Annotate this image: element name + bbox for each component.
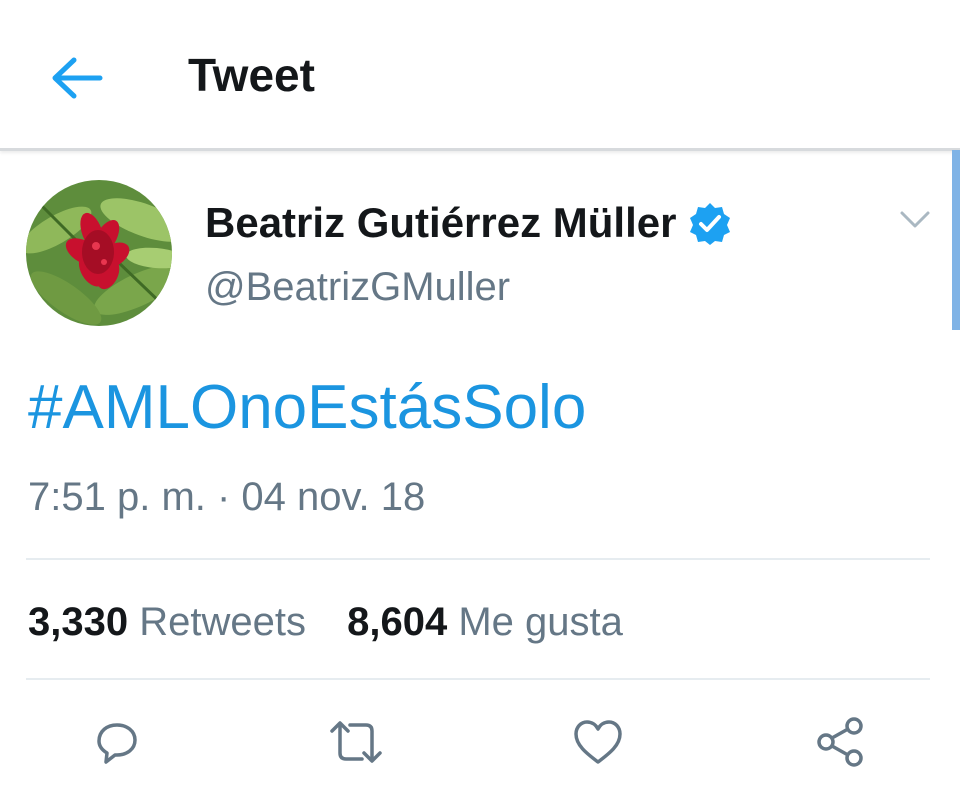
chevron-down-icon — [900, 211, 930, 228]
display-name-text: Beatriz Gutiérrez Müller — [205, 199, 677, 246]
hashtag-link[interactable]: #AMLOnoEstásSolo — [28, 370, 586, 446]
tweet-stats: 3,330 Retweets 8,604 Me gusta — [28, 596, 653, 648]
profile-photo-flower — [26, 180, 172, 326]
heart-icon — [574, 720, 622, 764]
likes-label: Me gusta — [458, 600, 623, 644]
retweet-button[interactable] — [326, 712, 386, 772]
share-button[interactable] — [810, 712, 870, 772]
retweets-count: 3,330 — [28, 600, 129, 644]
retweets-label: Retweets — [139, 600, 306, 644]
divider — [26, 678, 930, 680]
author-handle[interactable]: @BeatrizGMuller — [205, 262, 510, 312]
tweet-options-button[interactable] — [896, 204, 934, 234]
like-button[interactable] — [568, 712, 628, 772]
avatar[interactable] — [26, 180, 172, 326]
reply-button[interactable] — [86, 712, 146, 772]
retweet-icon — [330, 721, 382, 763]
back-button[interactable] — [44, 48, 108, 108]
reply-icon — [97, 723, 137, 764]
app-header: Tweet — [0, 0, 960, 151]
likes-stat[interactable]: 8,604 Me gusta — [347, 596, 623, 648]
likes-count: 8,604 — [347, 600, 448, 644]
scrollbar[interactable] — [952, 150, 960, 330]
share-icon — [817, 717, 863, 767]
tweet-timestamp: 7:51 p. m. · 04 nov. 18 — [28, 475, 426, 519]
author-display-name[interactable]: Beatriz Gutiérrez Müller — [205, 196, 732, 250]
page-title: Tweet — [188, 49, 315, 101]
divider — [26, 558, 930, 560]
retweets-stat[interactable]: 3,330 Retweets — [28, 596, 306, 648]
arrow-left-icon — [52, 57, 103, 99]
verified-badge-icon — [690, 203, 731, 245]
